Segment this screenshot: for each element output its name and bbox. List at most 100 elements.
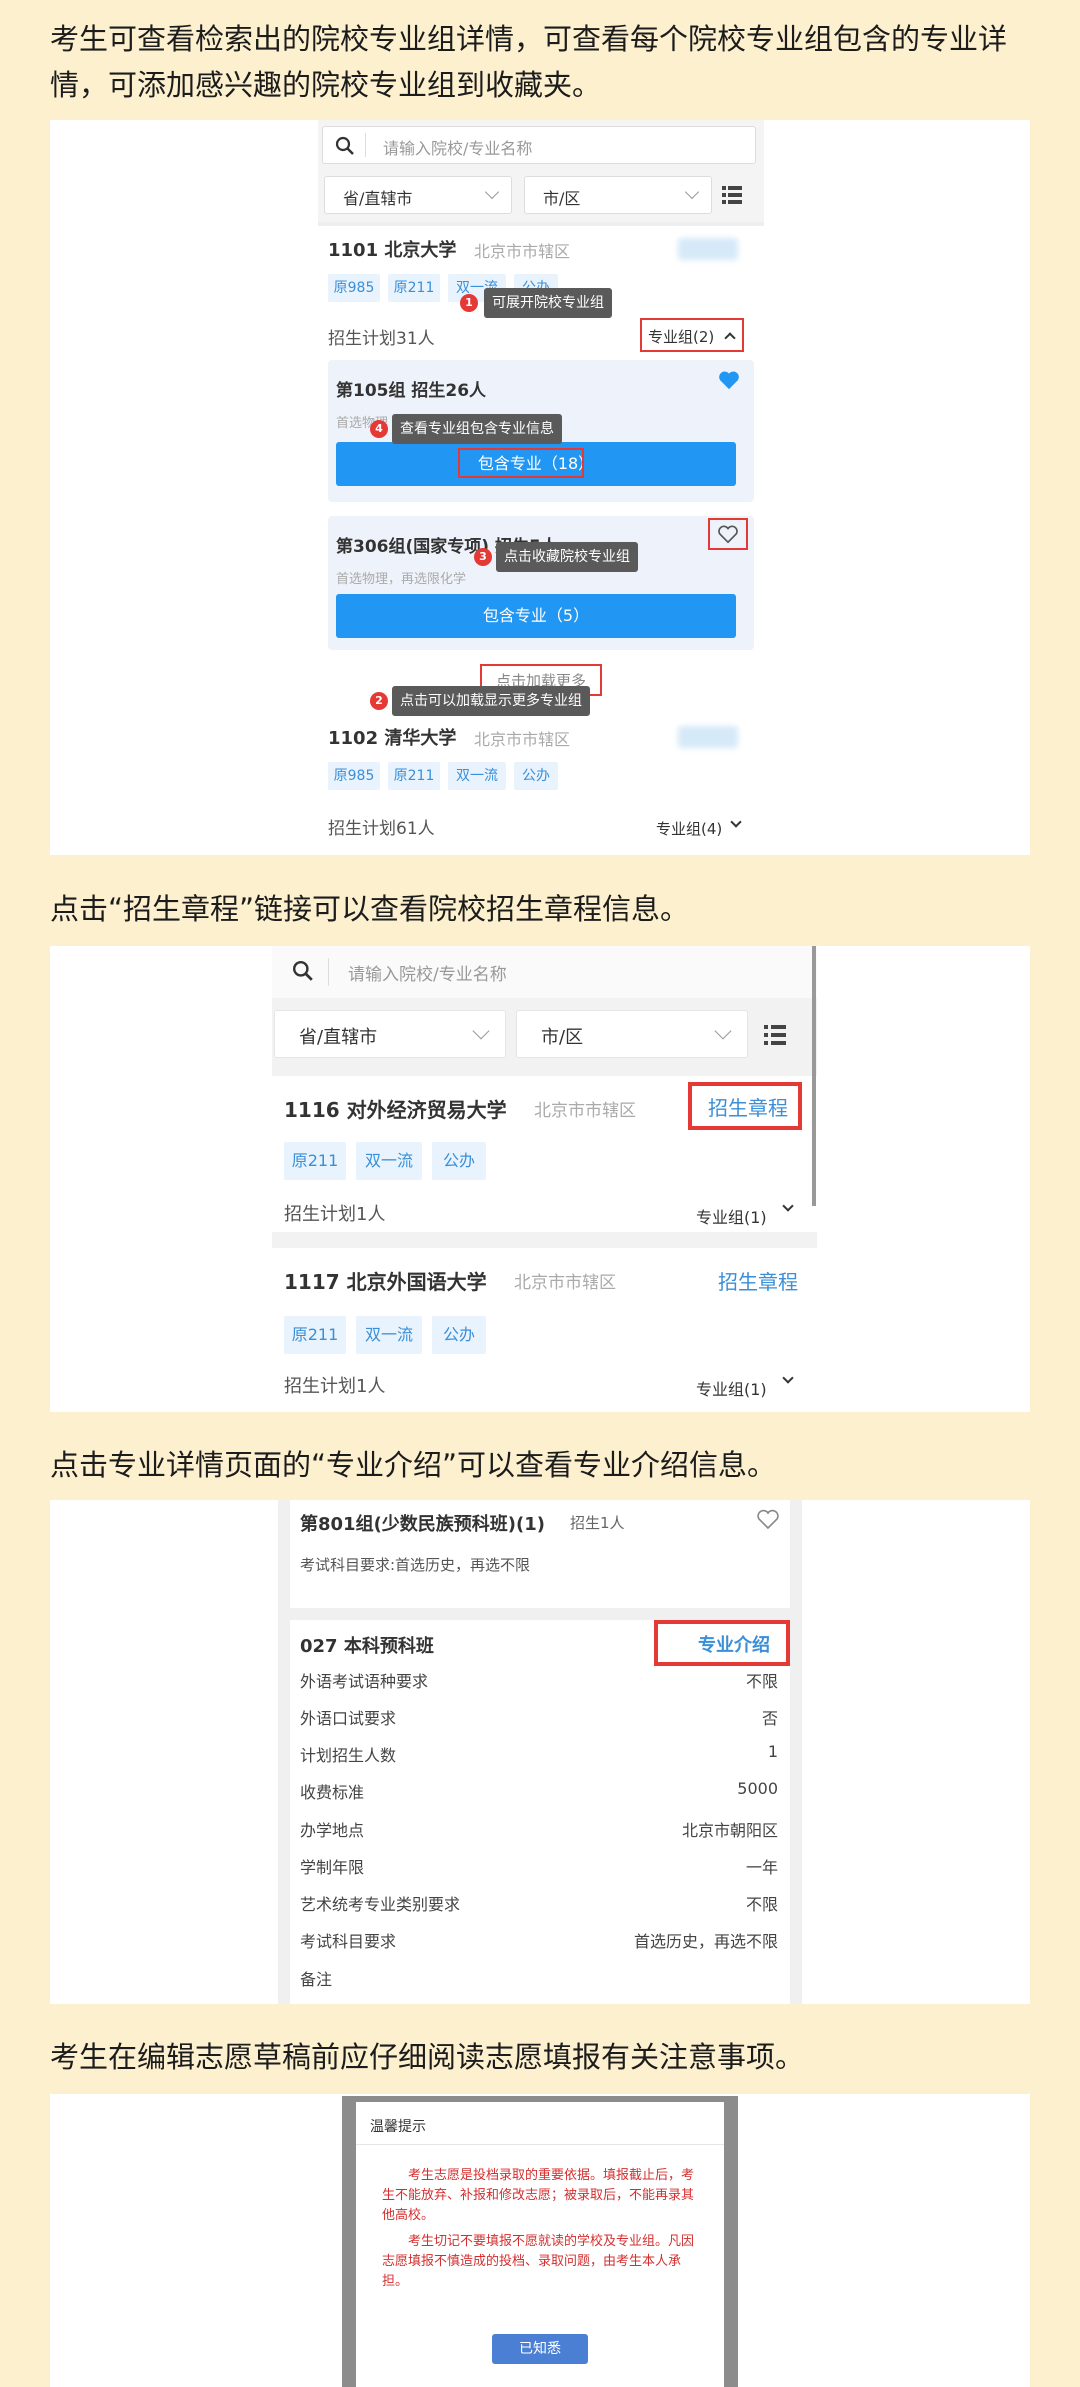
province-select[interactable]: 省/直辖市 <box>274 1010 506 1058</box>
detail-label: 办学地点 <box>300 1821 365 1840</box>
detail-label: 计划招生人数 <box>300 1746 397 1765</box>
university-name: 1102 清华大学 <box>328 728 457 749</box>
heart-outline-icon[interactable] <box>717 524 739 544</box>
tag-985: 原985 <box>328 274 380 302</box>
tag-985: 原985 <box>328 762 380 790</box>
callout-2-badge: 2 <box>370 692 388 710</box>
scrollbar[interactable] <box>812 946 816 1206</box>
tag-double-first: 双一流 <box>356 1142 422 1180</box>
detail-value: 5000 <box>737 1779 778 1798</box>
callout-4-badge: 4 <box>370 420 388 438</box>
tag-211: 原211 <box>388 762 440 790</box>
search-icon <box>335 136 354 155</box>
group-card-801: 第801组(少数民族预科班)(1) 招生1人 考试科目要求:首选历史，再选不限 <box>290 1500 790 1608</box>
university-card-1102[interactable]: 1102 清华大学 北京市市辖区 原985 原211 双一流 公办 招生计划61… <box>318 714 764 855</box>
detail-label: 学制年限 <box>300 1858 365 1877</box>
majors-button-highlight <box>458 448 584 478</box>
tag-public: 公办 <box>432 1142 486 1180</box>
included-majors-button[interactable]: 包含专业（5） <box>336 594 736 638</box>
university-name: 1116 对外经济贸易大学 <box>284 1098 507 1122</box>
city-select[interactable]: 市/区 <box>524 176 712 214</box>
callout-3-badge: 3 <box>474 548 492 566</box>
tag-211: 原211 <box>388 274 440 302</box>
tag-public: 公办 <box>432 1316 486 1354</box>
search-input[interactable]: 请输入院校/专业名称 <box>348 960 507 985</box>
detail-label: 考试科目要求 <box>300 1932 397 1951</box>
group-subject-req: 考试科目要求:首选历史，再选不限 <box>300 1556 531 1574</box>
callout-2: 点击可以加载显示更多专业组 <box>392 686 590 716</box>
chevron-down-icon <box>714 1022 732 1040</box>
chevron-down-icon <box>782 1200 794 1212</box>
city-label: 市/区 <box>541 1027 584 1048</box>
list-view-icon[interactable] <box>722 186 742 204</box>
phone-mock-1: 请输入院校/专业名称 省/直辖市 市/区 1101 北京大学 北京市市辖区 原9… <box>318 120 764 855</box>
callout-3: 点击收藏院校专业组 <box>496 542 638 572</box>
group-card-306: 第306组(国家专项) 招生5人 首选物理，再选限化学 包含专业（5） <box>328 516 754 650</box>
charter-link[interactable]: 招生章程 <box>718 1266 798 1295</box>
province-label: 省/直辖市 <box>343 189 413 208</box>
province-label: 省/直辖市 <box>299 1027 378 1048</box>
detail-label: 艺术统考专业类别要求 <box>300 1895 461 1914</box>
charter-link[interactable]: 招生章程 <box>708 1092 788 1121</box>
screenshot-3-panel: 第801组(少数民族预科班)(1) 招生1人 考试科目要求:首选历史，再选不限 … <box>50 1500 1030 2004</box>
enrollment-plan: 招生计划1人 <box>284 1376 386 1397</box>
screenshot-2-panel: 请输入院校/专业名称 省/直辖市 市/区 1116 对外经济贸易大学 北京市市辖… <box>50 946 1030 1412</box>
chevron-down-icon <box>730 816 742 828</box>
blurred-link <box>678 238 738 260</box>
city-select[interactable]: 市/区 <box>516 1010 748 1058</box>
tag-double-first: 双一流 <box>448 762 506 790</box>
group-subject-req: 首选物理，再选限化学 <box>336 572 467 587</box>
section-2-intro: 点击“招生章程”链接可以查看院校招生章程信息。 <box>50 892 690 926</box>
list-view-icon[interactable] <box>764 1025 786 1045</box>
tag-211: 原211 <box>284 1142 346 1180</box>
university-location: 北京市市辖区 <box>534 1101 636 1121</box>
filter-row: 省/直辖市 市/区 <box>272 1006 817 1066</box>
detail-value: 北京市朝阳区 <box>681 1821 778 1840</box>
callout-1-badge: 1 <box>460 294 478 312</box>
group-title: 第105组 招生26人 <box>336 381 487 401</box>
major-title: 027 本科预科班 <box>300 1636 434 1657</box>
phone-mock-2: 请输入院校/专业名称 省/直辖市 市/区 1116 对外经济贸易大学 北京市市辖… <box>272 946 817 1412</box>
enrollment-plan: 招生计划31人 <box>328 329 435 349</box>
major-intro-link[interactable]: 专业介绍 <box>698 1631 770 1657</box>
university-name: 1117 北京外国语大学 <box>284 1270 487 1294</box>
enrollment-plan: 招生计划1人 <box>284 1204 386 1225</box>
detail-label: 外语考试语种要求 <box>300 1672 429 1691</box>
group-toggle[interactable]: 专业组(4) <box>656 818 722 839</box>
tag-double-first: 双一流 <box>356 1316 422 1354</box>
tag-211: 原211 <box>284 1316 346 1354</box>
search-icon <box>292 960 313 981</box>
university-card-1116[interactable]: 1116 对外经济贸易大学 北京市市辖区 招生章程 原211 双一流 公办 招生… <box>272 1076 817 1232</box>
chevron-down-icon <box>484 184 500 200</box>
phone-mock-3: 第801组(少数民族预科班)(1) 招生1人 考试科目要求:首选历史，再选不限 … <box>278 1500 802 2004</box>
detail-value: 首选历史，再选不限 <box>633 1932 778 1951</box>
search-input[interactable]: 请输入院校/专业名称 <box>322 126 756 164</box>
section-3-intro: 点击专业详情页面的“专业介绍”可以查看专业介绍信息。 <box>50 1448 777 1482</box>
university-location: 北京市市辖区 <box>474 242 571 261</box>
acknowledge-button[interactable]: 已知悉 <box>492 2334 588 2364</box>
enrollment-plan: 招生计划61人 <box>328 819 435 839</box>
section-4-intro: 考生在编辑志愿草稿前应仔细阅读志愿填报有关注意事项。 <box>50 2040 805 2074</box>
heart-outline-icon[interactable] <box>756 1508 780 1530</box>
chevron-down-icon <box>684 184 700 200</box>
callout-1: 可展开院校专业组 <box>484 288 612 318</box>
included-majors-label: 包含专业（5） <box>482 606 590 625</box>
heart-filled-icon[interactable] <box>718 370 740 390</box>
university-card-1117[interactable]: 1117 北京外国语大学 北京市市辖区 招生章程 原211 双一流 公办 招生计… <box>272 1248 817 1412</box>
acknowledge-label: 已知悉 <box>519 2341 561 2357</box>
detail-label: 收费标准 <box>300 1783 365 1802</box>
dialog-overlay: 温馨提示 考生志愿是投档录取的重要依据。填报截止后，考生不能放弃、补报和修改志愿… <box>342 2096 738 2387</box>
group-title: 第801组(少数民族预科班)(1) <box>300 1514 546 1535</box>
section-1-intro: 考生可查看检索出的院校专业组详情，可查看每个院校专业组包含的专业详情，可添加感兴… <box>50 22 1008 102</box>
detail-label: 备注 <box>300 1970 333 1989</box>
province-select[interactable]: 省/直辖市 <box>324 176 512 214</box>
tag-public: 公办 <box>514 762 558 790</box>
group-toggle[interactable]: 专业组(1) <box>696 1204 767 1228</box>
callout-4: 查看专业组包含专业信息 <box>392 414 562 444</box>
chevron-down-icon <box>472 1022 490 1040</box>
group-toggle[interactable]: 专业组(1) <box>696 1376 767 1400</box>
search-row: 请输入院校/专业名称 <box>272 946 817 998</box>
detail-value: 不限 <box>745 1672 778 1691</box>
group-toggle[interactable]: 专业组(2) <box>648 326 714 347</box>
city-label: 市/区 <box>543 189 581 208</box>
